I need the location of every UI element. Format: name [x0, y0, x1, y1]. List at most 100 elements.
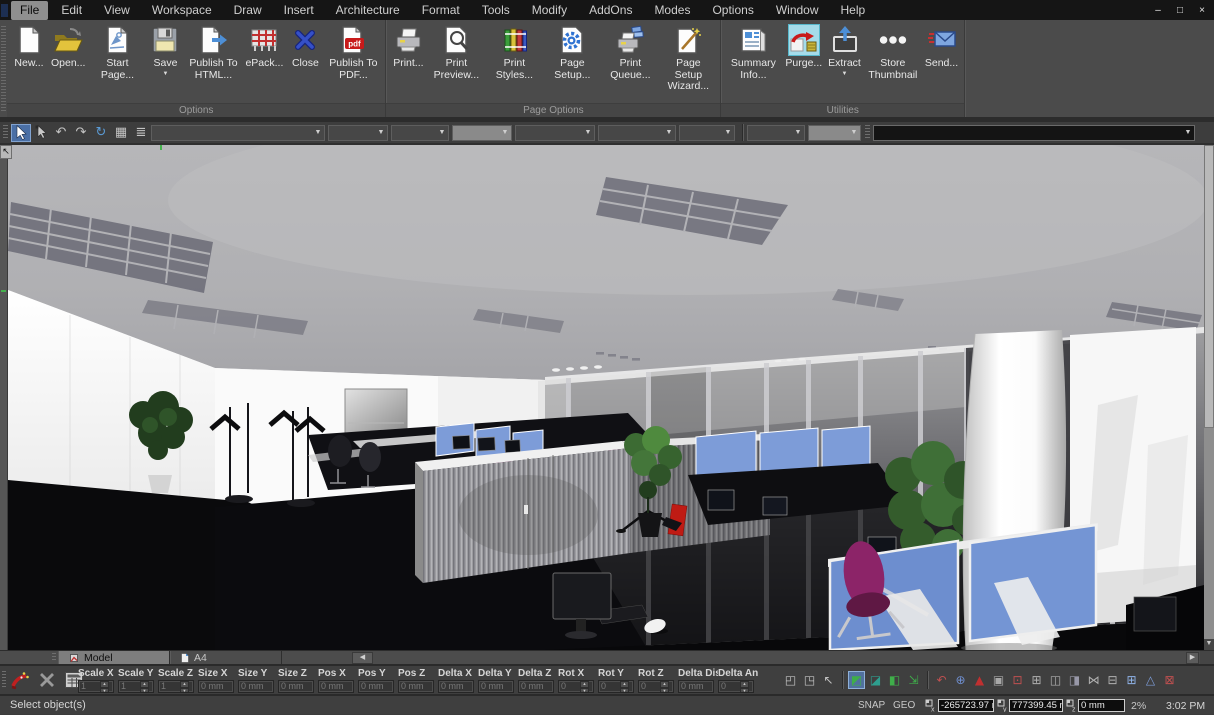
- blue-triangle-icon[interactable]: △: [1142, 671, 1159, 689]
- menu-addons[interactable]: AddOns: [578, 1, 643, 20]
- scroll-down-button[interactable]: ▼: [1204, 639, 1214, 650]
- tab-a4[interactable]: A4: [170, 651, 282, 664]
- redo-button[interactable]: ↷: [71, 124, 91, 142]
- page-setup-wizard-button[interactable]: Page Setup Wizard...: [659, 23, 717, 94]
- select-node-mode-icon[interactable]: ⇲: [905, 671, 922, 689]
- snap-toggle[interactable]: SNAP: [858, 700, 885, 711]
- combo-1[interactable]: ▼: [151, 125, 325, 141]
- menu-view[interactable]: View: [93, 1, 141, 20]
- menu-window[interactable]: Window: [765, 1, 830, 20]
- combo-dropdown-arrow[interactable]: ▼: [582, 126, 594, 140]
- combo-dropdown-arrow[interactable]: ▼: [663, 126, 675, 140]
- combo-4[interactable]: ▼: [452, 125, 512, 141]
- tab-model[interactable]: Model: [58, 651, 170, 664]
- field-input[interactable]: 0 mm: [518, 680, 554, 693]
- viewport-canvas[interactable]: [8, 145, 1204, 650]
- menu-options[interactable]: Options: [701, 1, 764, 20]
- toolbar-grip[interactable]: [3, 125, 8, 140]
- undo-button[interactable]: ↶: [51, 124, 71, 142]
- combo-dropdown-arrow[interactable]: ▼: [792, 126, 804, 140]
- toolbar-grip[interactable]: [865, 125, 870, 140]
- extract-button[interactable]: Extract ▼: [825, 23, 864, 78]
- field-spinner[interactable]: ▲▼: [740, 681, 749, 693]
- move-axes-icon[interactable]: ⊕: [952, 671, 969, 689]
- menu-format[interactable]: Format: [411, 1, 471, 20]
- menu-modes[interactable]: Modes: [643, 1, 701, 20]
- menu-workspace[interactable]: Workspace: [141, 1, 223, 20]
- redraw-button[interactable]: ↻: [91, 124, 111, 142]
- field-input[interactable]: 0 mm: [238, 680, 274, 693]
- vertical-scrollbar-thumb[interactable]: [1204, 145, 1214, 428]
- grid-toggle[interactable]: ▦: [111, 124, 131, 142]
- field-input[interactable]: 1▲▼: [158, 680, 194, 693]
- field-input[interactable]: 1▲▼: [118, 680, 154, 693]
- property-painter-icon[interactable]: [10, 670, 30, 690]
- field-input[interactable]: 0 mm: [318, 680, 354, 693]
- combo-8[interactable]: ▼: [747, 125, 805, 141]
- field-input[interactable]: 1▲▼: [78, 680, 114, 693]
- field-spinner[interactable]: ▲▼: [180, 681, 189, 693]
- degrade-warning-icon[interactable]: ▲: [971, 671, 988, 689]
- restore-button[interactable]: □: [1174, 5, 1186, 16]
- menu-file[interactable]: File: [11, 1, 48, 20]
- combo-5[interactable]: ▼: [515, 125, 595, 141]
- fit-array-icon[interactable]: ◨: [1066, 671, 1083, 689]
- x-coordinate-field[interactable]: -265723.97 m: [938, 699, 994, 712]
- selection-info-combo[interactable]: ▼: [873, 125, 1195, 141]
- combo-dropdown-arrow[interactable]: ▼: [312, 126, 324, 140]
- print-button[interactable]: Print...: [389, 23, 427, 71]
- app-icon[interactable]: [1, 4, 8, 17]
- node-select-tool[interactable]: [31, 124, 51, 142]
- viewport-cursor-icon[interactable]: ↖: [0, 145, 12, 159]
- select-draw-mode-icon[interactable]: ◧: [886, 671, 903, 689]
- page-setup-button[interactable]: Page Setup...: [543, 23, 601, 82]
- field-input[interactable]: 0 mm: [278, 680, 314, 693]
- pick-cursor-icon[interactable]: ↖: [820, 671, 837, 689]
- combo-7[interactable]: ▼: [679, 125, 735, 141]
- add-node-icon[interactable]: ⊞: [1123, 671, 1140, 689]
- combo-dropdown-arrow[interactable]: ▼: [1182, 126, 1194, 140]
- inspector-grip[interactable]: [2, 671, 6, 689]
- print-styles-button[interactable]: Print Styles...: [485, 23, 543, 82]
- save-dropdown-caret[interactable]: ▼: [162, 71, 168, 77]
- ribbon-grip[interactable]: [1, 26, 6, 111]
- menu-draw[interactable]: Draw: [223, 1, 273, 20]
- menu-insert[interactable]: Insert: [273, 1, 325, 20]
- copy-frame-icon[interactable]: ⊟: [1104, 671, 1121, 689]
- close-drawing-button[interactable]: Close: [286, 23, 324, 71]
- combo-dropdown-arrow[interactable]: ▼: [375, 126, 387, 140]
- undo-selection-icon[interactable]: ↶: [933, 671, 950, 689]
- vertical-scrollbar[interactable]: ▼: [1204, 145, 1214, 650]
- combo-dropdown-arrow[interactable]: ▼: [436, 126, 448, 140]
- combo-dropdown-arrow[interactable]: ▼: [848, 126, 860, 140]
- purge-button[interactable]: Purge...: [782, 23, 825, 71]
- minimize-button[interactable]: –: [1152, 5, 1164, 16]
- field-spinner[interactable]: ▲▼: [140, 681, 149, 693]
- send-button[interactable]: Send...: [922, 23, 961, 71]
- print-queue-button[interactable]: Print Queue...: [601, 23, 659, 82]
- field-input[interactable]: 0 mm: [398, 680, 434, 693]
- group-objects-icon[interactable]: ▣: [990, 671, 1007, 689]
- field-input[interactable]: 0▲▼: [718, 680, 754, 693]
- start-page-button[interactable]: Start Page...: [88, 23, 146, 82]
- menu-architecture[interactable]: Architecture: [325, 1, 411, 20]
- field-input[interactable]: 0 mm: [678, 680, 714, 693]
- extract-dropdown-caret[interactable]: ▼: [842, 71, 848, 77]
- field-spinner[interactable]: ▲▼: [620, 681, 629, 693]
- combo-2[interactable]: ▼: [328, 125, 388, 141]
- menu-help[interactable]: Help: [830, 1, 877, 20]
- menu-tools[interactable]: Tools: [471, 1, 521, 20]
- field-input[interactable]: 0▲▼: [598, 680, 634, 693]
- close-button[interactable]: ×: [1196, 5, 1208, 16]
- field-input[interactable]: 0▲▼: [638, 680, 674, 693]
- publish-html-button[interactable]: Publish To HTML...: [184, 23, 242, 82]
- field-spinner[interactable]: ▲▼: [100, 681, 109, 693]
- combo-3[interactable]: ▼: [391, 125, 449, 141]
- store-thumbnail-button[interactable]: Store Thumbnail: [864, 23, 922, 82]
- clear-selection-icon[interactable]: [37, 670, 57, 690]
- epack-button[interactable]: ePack...: [242, 23, 286, 71]
- pan-page-icon[interactable]: ◰: [782, 671, 799, 689]
- select-tool[interactable]: [11, 124, 31, 142]
- rect-array-icon[interactable]: ◫: [1047, 671, 1064, 689]
- field-input[interactable]: 0▲▼: [558, 680, 594, 693]
